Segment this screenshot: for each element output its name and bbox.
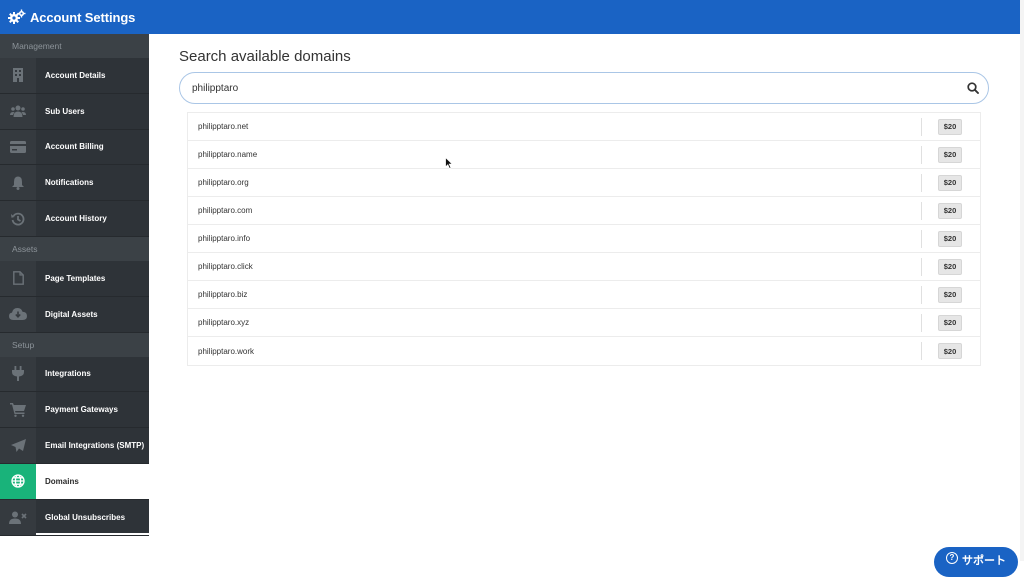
domain-name: philipptaro.net bbox=[198, 122, 249, 131]
sidebar-item-label: Domains bbox=[45, 476, 79, 486]
sidebar-item-domains[interactable]: Domains bbox=[0, 463, 149, 500]
sidebar-item-label: Global Unsubscribes bbox=[45, 512, 126, 522]
sidebar-item-page-templates[interactable]: Page Templates bbox=[0, 260, 149, 297]
sidebar-item-label: Payment Gateways bbox=[45, 405, 118, 415]
sidebar-section-management: Management bbox=[0, 34, 149, 58]
domain-search-input[interactable] bbox=[180, 73, 958, 103]
domain-result-row: philipptaro.biz $20 bbox=[188, 281, 980, 309]
domain-name: philipptaro.xyz bbox=[198, 318, 250, 327]
row-divider bbox=[921, 117, 922, 136]
globe-icon bbox=[0, 463, 36, 499]
domain-price-button[interactable]: $20 bbox=[938, 202, 962, 219]
domain-name: philipptaro.com bbox=[198, 206, 253, 215]
sidebar-section-assets: Assets bbox=[0, 236, 149, 261]
domain-result-row: philipptaro.info $20 bbox=[188, 225, 980, 253]
domain-name: philipptaro.info bbox=[198, 234, 251, 243]
sidebar-item-global-unsubscribes[interactable]: Global Unsubscribes bbox=[0, 499, 149, 536]
domain-price-button[interactable]: $20 bbox=[938, 286, 962, 303]
domain-result-row: philipptaro.net $20 bbox=[188, 113, 980, 141]
domain-name: philipptaro.click bbox=[198, 262, 253, 271]
sidebar-item-payment-gateways[interactable]: Payment Gateways bbox=[0, 392, 149, 429]
domain-price-button[interactable]: $20 bbox=[938, 174, 962, 191]
row-divider bbox=[921, 201, 922, 220]
gears-icon bbox=[8, 8, 26, 26]
paper-plane-icon bbox=[0, 428, 36, 463]
domain-price-button[interactable]: $20 bbox=[938, 118, 962, 135]
user-times-icon bbox=[0, 499, 36, 535]
row-divider bbox=[921, 229, 922, 248]
domain-name: philipptaro.name bbox=[198, 150, 258, 159]
row-divider bbox=[921, 342, 922, 360]
building-icon bbox=[0, 58, 36, 93]
domain-price-button[interactable]: $20 bbox=[938, 146, 962, 163]
domain-result-row: philipptaro.name $20 bbox=[188, 141, 980, 169]
row-divider bbox=[921, 285, 922, 304]
sidebar-item-label: Account Details bbox=[45, 70, 106, 80]
sidebar-item-label: Email Integrations (SMTP) bbox=[45, 441, 145, 451]
domain-name: philipptaro.work bbox=[198, 346, 255, 356]
sidebar-item-label: Account History bbox=[45, 214, 107, 224]
users-icon bbox=[0, 93, 36, 129]
domain-result-row: philipptaro.xyz $20 bbox=[188, 309, 980, 337]
support-button[interactable]: ? サポート bbox=[934, 547, 1018, 577]
question-circle-icon: ? bbox=[946, 552, 958, 564]
file-icon bbox=[0, 260, 36, 296]
app-title: Account Settings bbox=[30, 9, 136, 25]
domain-search-bar bbox=[179, 72, 989, 104]
sidebar-item-account-details[interactable]: Account Details bbox=[0, 58, 149, 94]
domain-price-button[interactable]: $20 bbox=[938, 314, 962, 331]
sidebar-item-label: Sub Users bbox=[45, 106, 85, 116]
page-title: Search available domains bbox=[179, 48, 351, 65]
window-edge bbox=[1020, 0, 1024, 561]
history-icon bbox=[0, 201, 36, 236]
cloud-download-icon bbox=[0, 296, 36, 332]
row-divider bbox=[921, 145, 922, 164]
sidebar-item-email-integrations[interactable]: Email Integrations (SMTP) bbox=[0, 428, 149, 464]
sidebar-item-account-history[interactable]: Account History bbox=[0, 201, 149, 237]
domain-result-row: philipptaro.work $20 bbox=[188, 337, 980, 365]
search-icon[interactable] bbox=[958, 73, 988, 103]
domain-result-row: philipptaro.org $20 bbox=[188, 169, 980, 197]
sidebar: Management Account Details Sub Users Acc… bbox=[0, 34, 149, 536]
sidebar-item-account-billing[interactable]: Account Billing bbox=[0, 129, 149, 166]
domain-results-list: philipptaro.net $20 philipptaro.name $20… bbox=[187, 112, 981, 366]
domain-price-button[interactable]: $20 bbox=[938, 230, 962, 247]
row-divider bbox=[921, 313, 922, 332]
domain-name: philipptaro.biz bbox=[198, 290, 248, 299]
domain-price-button[interactable]: $20 bbox=[938, 258, 962, 275]
sidebar-item-integrations[interactable]: Integrations bbox=[0, 356, 149, 393]
credit-card-icon bbox=[0, 129, 36, 165]
row-divider bbox=[921, 257, 922, 276]
domain-result-row: philipptaro.click $20 bbox=[188, 253, 980, 281]
plug-icon bbox=[0, 356, 36, 392]
domain-result-row: philipptaro.com $20 bbox=[188, 197, 980, 225]
support-label: サポート bbox=[962, 555, 1006, 567]
domain-name: philipptaro.org bbox=[198, 178, 249, 187]
sidebar-item-label: Integrations bbox=[45, 369, 91, 379]
app-header: Account Settings bbox=[0, 0, 1020, 34]
main-content: Search available domains philipptaro.net… bbox=[149, 34, 1020, 561]
bell-icon bbox=[0, 165, 36, 201]
mouse-cursor-icon bbox=[445, 157, 453, 169]
sidebar-item-label: Account Billing bbox=[45, 142, 104, 152]
sidebar-item-digital-assets[interactable]: Digital Assets bbox=[0, 296, 149, 333]
sidebar-section-setup: Setup bbox=[0, 332, 149, 357]
sidebar-item-notifications[interactable]: Notifications bbox=[0, 165, 149, 202]
domain-price-button[interactable]: $20 bbox=[938, 343, 962, 359]
sidebar-item-label: Notifications bbox=[45, 178, 94, 188]
row-divider bbox=[921, 173, 922, 192]
cart-icon bbox=[0, 392, 36, 428]
sidebar-item-label: Digital Assets bbox=[45, 309, 98, 319]
sidebar-item-sub-users[interactable]: Sub Users bbox=[0, 93, 149, 130]
sidebar-item-label: Page Templates bbox=[45, 273, 106, 283]
